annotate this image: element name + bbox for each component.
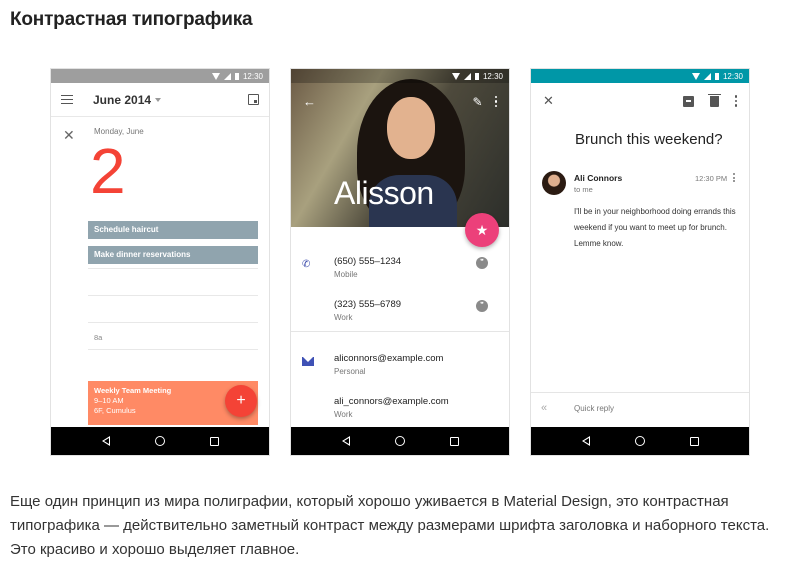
status-bar: 12:30 bbox=[51, 69, 269, 83]
recipient-label: to me bbox=[574, 185, 593, 194]
time-slot-label: 8a bbox=[94, 333, 103, 342]
android-nav-bar bbox=[51, 427, 269, 455]
phone-type: Mobile bbox=[334, 270, 358, 279]
signal-icon bbox=[463, 72, 471, 80]
hour-divider bbox=[88, 268, 258, 269]
android-nav-bar bbox=[531, 427, 749, 455]
contact-toolbar: ← ✎ bbox=[291, 94, 509, 109]
event-chip[interactable]: Make dinner reservations bbox=[88, 246, 258, 264]
wifi-icon bbox=[451, 72, 460, 80]
hour-divider bbox=[88, 349, 258, 350]
home-icon[interactable] bbox=[394, 436, 405, 446]
archive-icon[interactable] bbox=[682, 95, 694, 107]
phone-type: Work bbox=[334, 313, 353, 322]
email-body: I'll be in your neighborhood doing erran… bbox=[574, 207, 736, 248]
status-bar: 12:30 bbox=[291, 69, 509, 83]
sender-name: Ali Connors bbox=[574, 173, 623, 183]
calendar-phone-screenshot: 12:30 June 2014 ✕ Monday, June 2 Schedul… bbox=[51, 69, 269, 455]
message-icon[interactable]: ❞ bbox=[476, 300, 488, 312]
back-icon[interactable] bbox=[581, 436, 590, 446]
email-subject: Brunch this weekend? bbox=[575, 131, 723, 148]
menu-icon[interactable] bbox=[61, 95, 73, 104]
status-time: 12:30 bbox=[242, 71, 263, 81]
email-address: ali_connors@example.com bbox=[334, 396, 449, 407]
email-phone-screenshot: 12:30 ✕ Brunch this weekend? Ali Connors… bbox=[531, 69, 749, 455]
quick-reply-input[interactable]: Quick reply bbox=[574, 404, 614, 413]
email-address: aliconnors@example.com bbox=[334, 353, 444, 364]
email-row[interactable]: ali_connors@example.com Work bbox=[291, 396, 509, 426]
recent-apps-icon[interactable] bbox=[689, 436, 699, 446]
email-icon bbox=[302, 357, 314, 366]
contact-name: Alisson bbox=[334, 175, 434, 211]
body-paragraph: Еще один принцип из мира полиграфии, кот… bbox=[10, 493, 770, 558]
battery-icon bbox=[474, 72, 479, 80]
email-row[interactable]: aliconnors@example.com Personal bbox=[291, 353, 509, 383]
recent-apps-icon[interactable] bbox=[449, 436, 459, 446]
more-options-icon[interactable] bbox=[494, 95, 497, 108]
back-icon[interactable] bbox=[341, 436, 350, 446]
phone-number: (323) 555–6789 bbox=[334, 299, 402, 310]
close-icon[interactable]: ✕ bbox=[63, 127, 75, 144]
section-heading: Контрастная типографика bbox=[10, 9, 253, 30]
email-time: 12:30 PM bbox=[695, 174, 728, 183]
divider bbox=[531, 392, 749, 393]
event-chip[interactable]: Schedule haircut bbox=[88, 221, 258, 239]
message-icon[interactable]: ❞ bbox=[476, 257, 488, 269]
more-options-icon[interactable] bbox=[734, 95, 737, 107]
wifi-icon bbox=[691, 72, 700, 80]
edit-icon[interactable]: ✎ bbox=[472, 95, 482, 109]
status-time: 12:30 bbox=[482, 71, 503, 81]
signal-icon bbox=[703, 72, 711, 80]
divider bbox=[291, 331, 509, 332]
home-icon[interactable] bbox=[154, 436, 165, 446]
hour-divider bbox=[88, 295, 258, 296]
home-icon[interactable] bbox=[634, 436, 645, 446]
phone-row[interactable]: ✆ (650) 555–1234 Mobile ❞ bbox=[291, 256, 509, 286]
phone-icon: ✆ bbox=[302, 259, 311, 270]
phone-row[interactable]: (323) 555–6789 Work ❞ bbox=[291, 299, 509, 329]
close-icon[interactable]: ✕ bbox=[543, 93, 554, 109]
contact-phone-screenshot: 12:30 ← ✎ Alisson ★ ✆ (650) 555–1234 Mob… bbox=[291, 69, 509, 455]
status-time: 12:30 bbox=[722, 71, 743, 81]
battery-icon bbox=[234, 72, 239, 80]
month-title[interactable]: June 2014 bbox=[93, 93, 151, 107]
message-more-icon[interactable] bbox=[733, 173, 735, 182]
calendar-app-bar: June 2014 bbox=[51, 83, 269, 117]
email-toolbar: ✕ bbox=[531, 83, 749, 119]
signal-icon bbox=[223, 72, 231, 80]
add-event-button[interactable]: + bbox=[225, 385, 257, 417]
calendar-today-icon[interactable] bbox=[248, 94, 259, 105]
back-arrow-icon[interactable]: ← bbox=[303, 94, 316, 109]
day-number: 2 bbox=[90, 135, 126, 207]
status-bar: 12:30 bbox=[531, 69, 749, 83]
back-icon[interactable] bbox=[101, 436, 110, 446]
dropdown-caret-icon[interactable] bbox=[155, 97, 162, 102]
trash-icon[interactable] bbox=[707, 93, 721, 107]
wifi-icon bbox=[211, 72, 220, 80]
phone-number: (650) 555–1234 bbox=[334, 256, 402, 267]
avatar bbox=[542, 171, 566, 195]
android-nav-bar bbox=[291, 427, 509, 455]
battery-icon bbox=[714, 72, 719, 80]
email-type: Work bbox=[334, 410, 353, 419]
reply-all-icon[interactable]: « bbox=[541, 402, 547, 414]
email-type: Personal bbox=[334, 367, 366, 376]
favorite-star-button[interactable]: ★ bbox=[465, 213, 499, 247]
hour-divider bbox=[88, 322, 258, 323]
recent-apps-icon[interactable] bbox=[209, 436, 219, 446]
